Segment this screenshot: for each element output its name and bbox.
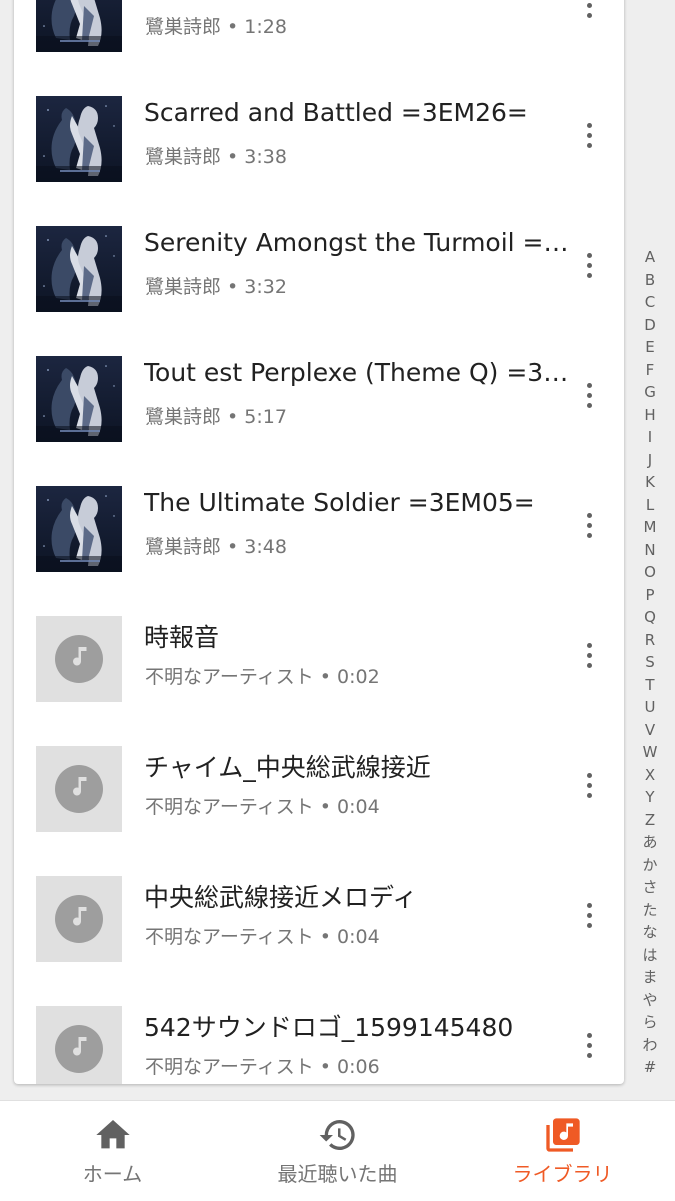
song-title: Serenity Amongst the Turmoil =3EM02= xyxy=(144,228,570,257)
more-options-icon[interactable] xyxy=(576,380,602,412)
index-letter[interactable]: な xyxy=(638,921,662,944)
more-options-icon[interactable] xyxy=(576,250,602,282)
song-title: チャイム_中央総武線接近 xyxy=(144,753,431,782)
song-subtitle: 鷺巣詩郎 • 5:17 xyxy=(145,406,287,428)
song-subtitle: 不明なアーティスト • 0:06 xyxy=(145,1056,380,1078)
alphabet-index[interactable]: A B C D E F G H I J K L M N O P Q R S T U V W X Y Z あかさたなはまやらわ # xyxy=(638,246,662,1079)
index-letter[interactable]: E xyxy=(638,336,662,359)
music-note-icon xyxy=(36,616,122,702)
index-letter[interactable]: さ xyxy=(638,876,662,899)
nav-library[interactable]: ライブラリ xyxy=(450,1101,675,1201)
song-row[interactable]: Tout est Perplexe (Theme Q) =3EM03= 鷺巣詩郎 … xyxy=(14,342,624,472)
index-letter[interactable]: X xyxy=(638,764,662,787)
index-letter[interactable]: R xyxy=(638,629,662,652)
album-art xyxy=(36,226,122,312)
album-art xyxy=(36,486,122,572)
index-letter[interactable]: Y xyxy=(638,786,662,809)
index-letter[interactable]: は xyxy=(638,944,662,967)
more-options-icon[interactable] xyxy=(576,1030,602,1062)
song-title: Tout est Perplexe (Theme Q) =3EM03= xyxy=(144,358,570,387)
index-letter[interactable]: Q xyxy=(638,606,662,629)
song-subtitle: 鷺巣詩郎 • 3:38 xyxy=(145,146,287,168)
song-row[interactable]: 時報音不明なアーティスト • 0:02 xyxy=(14,602,624,732)
index-letter[interactable]: M xyxy=(638,516,662,539)
song-row[interactable]: 鷺巣詩郎 • 1:28 xyxy=(14,0,624,82)
index-letter[interactable]: W xyxy=(638,741,662,764)
song-row[interactable]: 中央総武線接近メロディ不明なアーティスト • 0:04 xyxy=(14,862,624,992)
song-list: 鷺巣詩郎 • 1:28 Scarred and Battled =3EM26= 鷺巣… xyxy=(14,0,624,1084)
home-icon xyxy=(95,1120,130,1149)
index-letter[interactable]: ま xyxy=(638,966,662,989)
nav-recent-label: 最近聴いた曲 xyxy=(277,1162,398,1186)
index-letter[interactable]: V xyxy=(638,719,662,742)
song-row[interactable]: Scarred and Battled =3EM26= 鷺巣詩郎 • 3:38 xyxy=(14,82,624,212)
index-letter[interactable]: D xyxy=(638,314,662,337)
index-letter[interactable]: S xyxy=(638,651,662,674)
song-title: 時報音 xyxy=(144,623,220,652)
index-letter[interactable]: わ xyxy=(638,1034,662,1057)
song-row[interactable]: Serenity Amongst the Turmoil =3EM02= 鷺巣詩郎… xyxy=(14,212,624,342)
song-subtitle: 鷺巣詩郎 • 1:28 xyxy=(145,16,287,38)
music-note-icon xyxy=(36,746,122,832)
index-letter[interactable]: U xyxy=(638,696,662,719)
index-letter[interactable]: H xyxy=(638,404,662,427)
song-row[interactable]: The Ultimate Soldier =3EM05= 鷺巣詩郎 • 3:48 xyxy=(14,472,624,602)
more-options-icon[interactable] xyxy=(576,510,602,542)
song-row[interactable]: 542サウンドロゴ_1599145480 不明なアーティスト • 0:06 xyxy=(14,992,624,1084)
nav-home[interactable]: ホーム xyxy=(0,1101,225,1201)
bottom-navigation: ホーム 最近聴いた曲 ライブラリ xyxy=(0,1100,675,1201)
song-title: 中央総武線接近メロディ xyxy=(144,883,418,912)
index-letter[interactable]: A xyxy=(638,246,662,269)
index-letter[interactable]: T xyxy=(638,674,662,697)
more-options-icon[interactable] xyxy=(576,770,602,802)
index-letter[interactable]: # xyxy=(638,1056,662,1079)
index-letter[interactable]: P xyxy=(638,584,662,607)
index-letter[interactable]: ら xyxy=(638,1011,662,1034)
song-subtitle: 不明なアーティスト • 0:04 xyxy=(145,796,380,818)
album-art xyxy=(36,356,122,442)
more-options-icon[interactable] xyxy=(576,120,602,152)
nav-home-label: ホーム xyxy=(82,1162,143,1186)
index-letter[interactable]: G xyxy=(638,381,662,404)
index-letter[interactable]: B xyxy=(638,269,662,292)
library-music-icon xyxy=(545,1118,580,1152)
more-options-icon[interactable] xyxy=(576,640,602,672)
index-letter[interactable]: C xyxy=(638,291,662,314)
song-subtitle: 不明なアーティスト • 0:02 xyxy=(145,666,380,688)
nav-library-label: ライブラリ xyxy=(512,1162,613,1186)
index-letter[interactable]: J xyxy=(638,449,662,472)
index-letter[interactable]: F xyxy=(638,359,662,382)
album-art xyxy=(36,0,122,52)
index-letter[interactable]: L xyxy=(638,494,662,517)
index-letter[interactable]: か xyxy=(638,854,662,877)
index-letter[interactable]: I xyxy=(638,426,662,449)
history-icon xyxy=(319,1120,355,1150)
index-letter[interactable]: K xyxy=(638,471,662,494)
song-title: The Ultimate Soldier =3EM05= xyxy=(144,488,535,517)
song-title: Scarred and Battled =3EM26= xyxy=(144,98,528,127)
index-letter[interactable]: N xyxy=(638,539,662,562)
song-title: 542サウンドロゴ_1599145480 xyxy=(144,1013,514,1042)
song-subtitle: 鷺巣詩郎 • 3:32 xyxy=(145,276,287,298)
nav-recent[interactable]: 最近聴いた曲 xyxy=(225,1101,450,1201)
music-note-icon xyxy=(36,1006,122,1084)
index-letter[interactable]: Z xyxy=(638,809,662,832)
index-letter[interactable]: O xyxy=(638,561,662,584)
more-options-icon[interactable] xyxy=(576,900,602,932)
song-subtitle: 不明なアーティスト • 0:04 xyxy=(145,926,380,948)
music-note-icon xyxy=(36,876,122,962)
song-subtitle: 鷺巣詩郎 • 3:48 xyxy=(145,536,287,558)
album-art xyxy=(36,96,122,182)
song-row[interactable]: チャイム_中央総武線接近不明なアーティスト • 0:04 xyxy=(14,732,624,862)
index-letter[interactable]: や xyxy=(638,989,662,1012)
index-letter[interactable]: あ xyxy=(638,831,662,854)
more-options-icon[interactable] xyxy=(576,0,602,22)
index-letter[interactable]: た xyxy=(638,899,662,922)
